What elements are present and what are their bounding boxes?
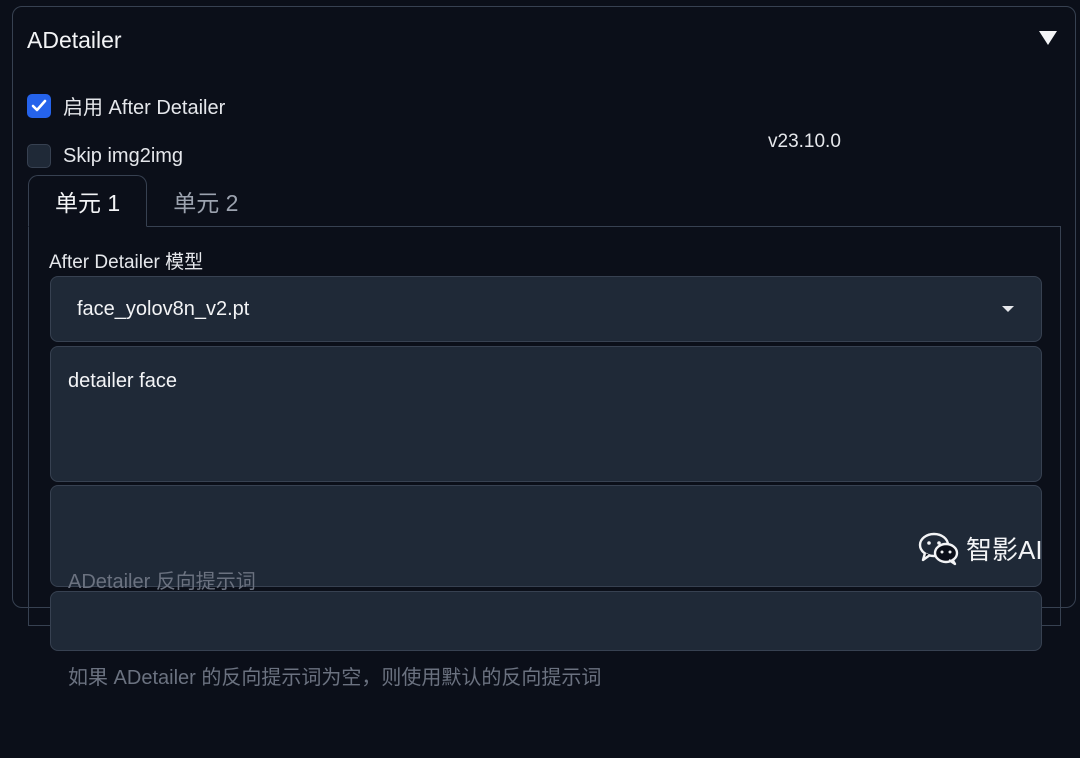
enable-adetailer-label: 启用 After Detailer bbox=[63, 97, 226, 119]
adetailer-panel: ADetailer 启用 After Detailer Skip img2img… bbox=[12, 6, 1076, 689]
checkmark-icon bbox=[31, 99, 47, 111]
watermark: 智影AI bbox=[918, 530, 1043, 567]
watermark-text: 智影AI bbox=[966, 535, 1043, 565]
negative-prompt-placeholder-hint: 如果 ADetailer 的反向提示词为空，则使用默认的反向提示词 bbox=[68, 667, 602, 689]
skip-img2img-label: Skip img2img bbox=[63, 144, 184, 167]
model-dropdown-value: face_yolov8n_v2.pt bbox=[77, 297, 250, 320]
panel-title[interactable]: ADetailer bbox=[27, 27, 122, 54]
tab-unit-2[interactable]: 单元 2 bbox=[147, 175, 264, 227]
model-label: After Detailer 模型 bbox=[49, 252, 204, 273]
enable-adetailer-option[interactable]: 启用 After Detailer bbox=[27, 91, 225, 120]
tab-unit-1[interactable]: 单元 1 bbox=[28, 175, 148, 227]
unit-tabs: 单元 1 单元 2 bbox=[28, 175, 264, 227]
negative-prompt-textarea[interactable]: ADetailer 反向提示词 如果 ADetailer 的反向提示词为空，则使… bbox=[50, 485, 1042, 689]
model-dropdown[interactable]: face_yolov8n_v2.pt bbox=[50, 276, 1042, 342]
prompt-textarea[interactable]: detailer face bbox=[50, 346, 1042, 482]
wechat-icon bbox=[918, 532, 959, 565]
caret-down-icon bbox=[1001, 305, 1015, 313]
collapse-toggle[interactable] bbox=[1035, 25, 1061, 51]
skip-img2img-option[interactable]: Skip img2img bbox=[27, 144, 183, 168]
next-field[interactable] bbox=[50, 591, 1042, 651]
unit-1-panel: After Detailer 模型 face_yolov8n_v2.pt det… bbox=[28, 226, 1061, 689]
version-label: v23.10.0 bbox=[768, 131, 841, 152]
triangle-down-icon bbox=[1039, 31, 1057, 45]
enable-adetailer-checkbox[interactable] bbox=[27, 93, 51, 118]
skip-img2img-checkbox[interactable] bbox=[27, 144, 51, 168]
